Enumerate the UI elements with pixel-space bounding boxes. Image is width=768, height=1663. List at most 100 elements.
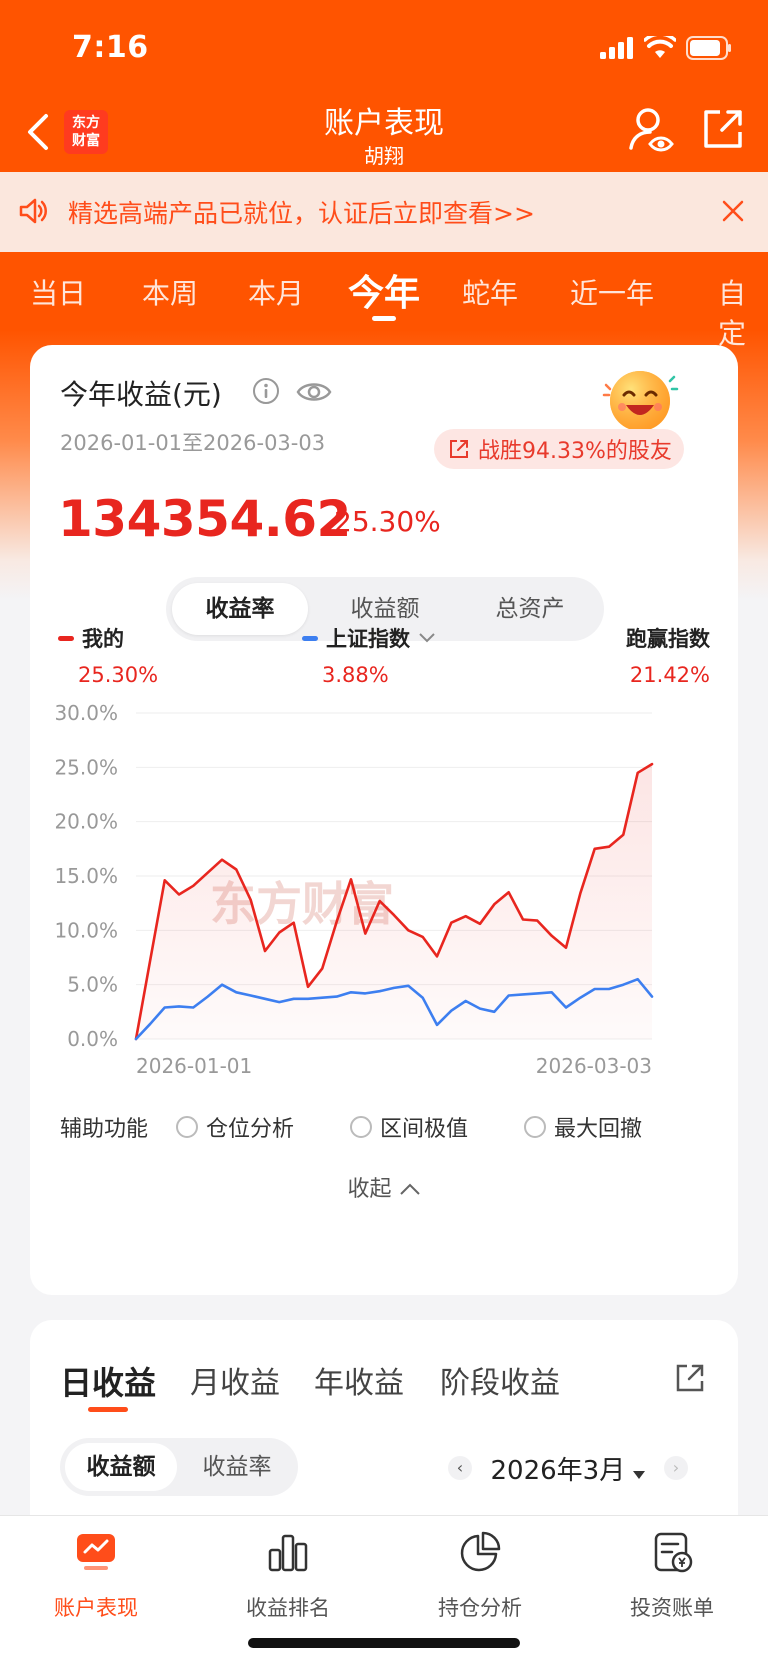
next-month-icon[interactable]: ›: [663, 1456, 688, 1480]
tab-yearly-earnings[interactable]: 年收益: [314, 1358, 404, 1402]
user-view-icon[interactable]: [628, 106, 674, 154]
y-tick-label: 0.0%: [67, 1027, 118, 1051]
segment-total-assets[interactable]: 总资产: [462, 583, 598, 635]
tab-stage-earnings[interactable]: 阶段收益: [440, 1358, 560, 1402]
radio-icon: [176, 1116, 198, 1138]
tab-monthly-earnings[interactable]: 月收益: [190, 1358, 280, 1402]
battery-icon: [686, 36, 731, 60]
close-icon[interactable]: [720, 198, 746, 224]
promo-notice[interactable]: 精选高端产品已就位，认证后立即查看>>: [0, 172, 768, 252]
legend-beat-value: 21.42%: [629, 663, 710, 687]
nav-account-performance[interactable]: 账户表现: [0, 1530, 192, 1622]
period-tabs: 当日 本周 本月 今年 蛇年 近一年 自定: [0, 252, 768, 350]
radio-icon: [350, 1116, 372, 1138]
profit-rate: 25.30%: [334, 505, 441, 538]
legend-mine-label: 我的: [82, 627, 124, 651]
legend-index[interactable]: 上证指数 3.88%: [302, 623, 436, 687]
legend-index-value: 3.88%: [322, 663, 389, 687]
collapse-button[interactable]: 收起: [30, 1171, 738, 1203]
bar-chart-icon: [268, 1534, 308, 1572]
share-icon[interactable]: [700, 106, 746, 152]
pie-chart-icon: [460, 1531, 501, 1572]
series-mine-area: [136, 764, 652, 1039]
month-label: 2026年3月: [490, 1455, 626, 1486]
aux-option-label: 区间极值: [380, 1117, 469, 1142]
share-small-icon: [450, 440, 468, 458]
date-range: 2026-01-01至2026-03-03: [60, 431, 326, 455]
earnings-card: 日收益 月收益 年收益 阶段收益 收益额 收益率 ‹ 2026年3月 ›: [30, 1320, 738, 1520]
legend-beat: 跑赢指数 21.42%: [626, 623, 710, 687]
return-chart[interactable]: 东方财富30.0%25.0%20.0%15.0%10.0%5.0%0.0%202…: [30, 695, 738, 1085]
status-bar: 7:16: [0, 0, 768, 92]
signal-icon: [600, 37, 633, 59]
nav-holdings-analysis[interactable]: 持仓分析: [384, 1530, 576, 1622]
home-indicator: [248, 1638, 520, 1648]
y-tick-label: 15.0%: [54, 864, 118, 888]
smiley-mascot-icon: [602, 371, 679, 431]
y-tick-label: 5.0%: [67, 973, 118, 997]
tab-last-year[interactable]: 近一年: [570, 272, 654, 312]
y-tick-label: 25.0%: [54, 755, 118, 779]
nav-bar: 东方 财富 账户表现 胡翔: [0, 92, 768, 172]
tab-daily-earnings[interactable]: 日收益: [60, 1358, 156, 1404]
nav-earnings-ranking[interactable]: 收益排名: [192, 1530, 384, 1622]
legend-index-swatch: [302, 635, 318, 641]
profit-amount: 134354.62: [58, 490, 351, 548]
aux-position-analysis[interactable]: 仓位分析: [176, 1111, 294, 1143]
legend-index-label: 上证指数: [326, 627, 410, 651]
legend-beat-label: 跑赢指数: [626, 627, 710, 651]
month-picker: ‹ 2026年3月 ›: [448, 1444, 688, 1492]
caret-down-icon: [633, 1470, 646, 1479]
tab-custom[interactable]: 自定: [718, 272, 768, 352]
month-selector[interactable]: 2026年3月: [491, 1450, 646, 1487]
beat-peers-text: 战胜94.33%的股友: [478, 439, 672, 464]
share-icon[interactable]: [674, 1362, 706, 1394]
legend-mine-swatch: [58, 635, 74, 641]
nav-label: 收益排名: [246, 1596, 330, 1620]
notice-text[interactable]: 精选高端产品已就位，认证后立即查看>>: [68, 194, 535, 230]
tab-month[interactable]: 本月: [248, 272, 304, 312]
wifi-icon: [644, 36, 676, 58]
x-tick-label: 2026-01-01: [136, 1054, 252, 1078]
y-tick-label: 30.0%: [54, 701, 118, 725]
tab-this-year[interactable]: 今年: [348, 264, 420, 316]
status-icons: [600, 36, 732, 60]
summary-title: 今年收益(元): [60, 378, 222, 411]
tab-snake-year[interactable]: 蛇年: [462, 272, 518, 312]
aux-functions: 辅助功能 仓位分析 区间极值 最大回撤: [60, 1107, 720, 1147]
collapse-label: 收起: [347, 1177, 392, 1202]
nav-label: 持仓分析: [438, 1596, 522, 1620]
earnings-segment: 收益额 收益率: [60, 1438, 298, 1496]
bill-icon: [654, 1532, 693, 1573]
chevron-up-icon: [399, 1183, 420, 1195]
nav-investment-bill[interactable]: 投资账单: [576, 1530, 768, 1622]
legend-mine-value: 25.30%: [78, 663, 159, 687]
x-tick-label: 2026-03-03: [536, 1054, 652, 1078]
chevron-down-icon: [419, 633, 435, 643]
segment-amount[interactable]: 收益额: [65, 1443, 177, 1491]
summary-card: 今年收益(元) 2026-01-01至2026-03-03 战胜94.33%的股…: [30, 345, 738, 1295]
nav-label: 账户表现: [54, 1596, 138, 1620]
tab-today[interactable]: 当日: [30, 272, 86, 312]
active-tab-indicator: [372, 316, 396, 321]
y-tick-label: 20.0%: [54, 810, 118, 834]
legend-mine: 我的 25.30%: [58, 623, 158, 687]
aux-max-drawdown[interactable]: 最大回撤: [524, 1111, 642, 1143]
tab-week[interactable]: 本周: [142, 272, 198, 312]
eye-icon[interactable]: [296, 379, 332, 405]
segment-return-rate[interactable]: 收益率: [172, 583, 308, 635]
nav-label: 投资账单: [630, 1596, 714, 1620]
radio-icon: [524, 1116, 546, 1138]
active-tab-indicator: [88, 1407, 128, 1412]
trend-chart-icon: [77, 1534, 115, 1570]
info-icon[interactable]: [252, 377, 280, 405]
speaker-icon: [19, 198, 47, 224]
aux-label: 辅助功能: [60, 1117, 149, 1142]
segment-rate[interactable]: 收益率: [181, 1443, 293, 1491]
y-tick-label: 10.0%: [54, 918, 118, 942]
aux-option-label: 最大回撤: [554, 1117, 643, 1142]
aux-range-extreme[interactable]: 区间极值: [350, 1111, 468, 1143]
prev-month-icon[interactable]: ‹: [448, 1456, 472, 1480]
status-time: 7:16: [72, 30, 149, 65]
beat-peers-badge[interactable]: 战胜94.33%的股友: [434, 429, 684, 469]
